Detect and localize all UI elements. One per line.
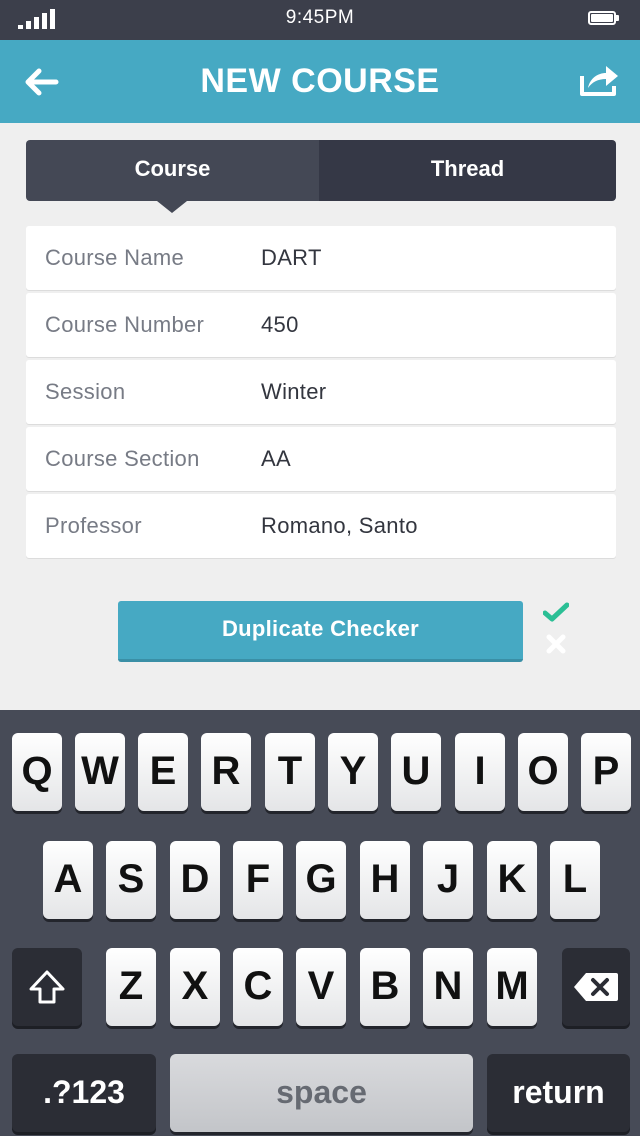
tab-course[interactable]: Course <box>26 140 319 201</box>
key-j[interactable]: J <box>423 841 473 919</box>
key-v[interactable]: V <box>296 948 346 1026</box>
status-time: 9:45PM <box>285 7 355 28</box>
key-g[interactable]: G <box>296 841 346 919</box>
backspace-icon <box>574 973 618 1001</box>
course-section-row: Course Section <box>26 427 616 491</box>
key-x[interactable]: X <box>170 948 220 1026</box>
active-tab-pointer <box>157 201 187 213</box>
delete-key[interactable] <box>562 948 630 1026</box>
session-row: Session <box>26 360 616 424</box>
key-f[interactable]: F <box>233 841 283 919</box>
key-r[interactable]: R <box>201 733 251 811</box>
segmented-tabs: Course Thread <box>26 140 616 213</box>
professor-row: Professor <box>26 494 616 558</box>
course-name-label: Course Name <box>45 245 185 270</box>
keyboard: Q W E R T Y U I O P A S D F G H J K L Z … <box>0 710 640 1136</box>
x-icon[interactable] <box>546 634 566 654</box>
key-o[interactable]: O <box>518 733 568 811</box>
key-n[interactable]: N <box>423 948 473 1026</box>
course-number-row: Course Number <box>26 293 616 357</box>
session-label: Session <box>45 379 126 404</box>
key-t[interactable]: T <box>265 733 315 811</box>
session-field[interactable] <box>261 360 601 424</box>
key-u[interactable]: U <box>391 733 441 811</box>
status-bar: 9:45PM <box>0 0 640 40</box>
share-button[interactable] <box>578 60 620 100</box>
professor-label: Professor <box>45 513 142 538</box>
key-q[interactable]: Q <box>12 733 62 811</box>
app-header: NEW COURSE <box>0 40 640 123</box>
key-i[interactable]: I <box>455 733 505 811</box>
battery-icon <box>588 11 622 27</box>
course-number-field[interactable] <box>261 293 601 357</box>
key-b[interactable]: B <box>360 948 410 1026</box>
key-h[interactable]: H <box>360 841 410 919</box>
share-icon <box>580 66 618 96</box>
tab-thread[interactable]: Thread <box>319 140 616 201</box>
key-m[interactable]: M <box>487 948 537 1026</box>
key-k[interactable]: K <box>487 841 537 919</box>
course-form: Course Name Course Number Session Course… <box>26 226 616 561</box>
course-section-field[interactable] <box>261 427 601 491</box>
key-a[interactable]: A <box>43 841 93 919</box>
return-key[interactable]: return <box>487 1054 630 1132</box>
space-key[interactable]: space <box>170 1054 473 1132</box>
numbers-key[interactable]: .?123 <box>12 1054 156 1132</box>
key-l[interactable]: L <box>550 841 600 919</box>
key-p[interactable]: P <box>581 733 631 811</box>
course-name-row: Course Name <box>26 226 616 290</box>
duplicate-checker-button[interactable]: Duplicate Checker <box>118 601 523 662</box>
key-c[interactable]: C <box>233 948 283 1026</box>
course-name-field[interactable] <box>261 226 601 290</box>
shift-arrow-icon <box>29 970 65 1004</box>
key-y[interactable]: Y <box>328 733 378 811</box>
key-w[interactable]: W <box>75 733 125 811</box>
checkmark-icon[interactable] <box>543 602 569 622</box>
course-section-label: Course Section <box>45 446 200 471</box>
key-s[interactable]: S <box>106 841 156 919</box>
key-z[interactable]: Z <box>106 948 156 1026</box>
page-title: NEW COURSE <box>200 62 440 100</box>
course-number-label: Course Number <box>45 312 205 337</box>
key-d[interactable]: D <box>170 841 220 919</box>
key-e[interactable]: E <box>138 733 188 811</box>
shift-key[interactable] <box>12 948 82 1026</box>
professor-field[interactable] <box>261 494 601 558</box>
